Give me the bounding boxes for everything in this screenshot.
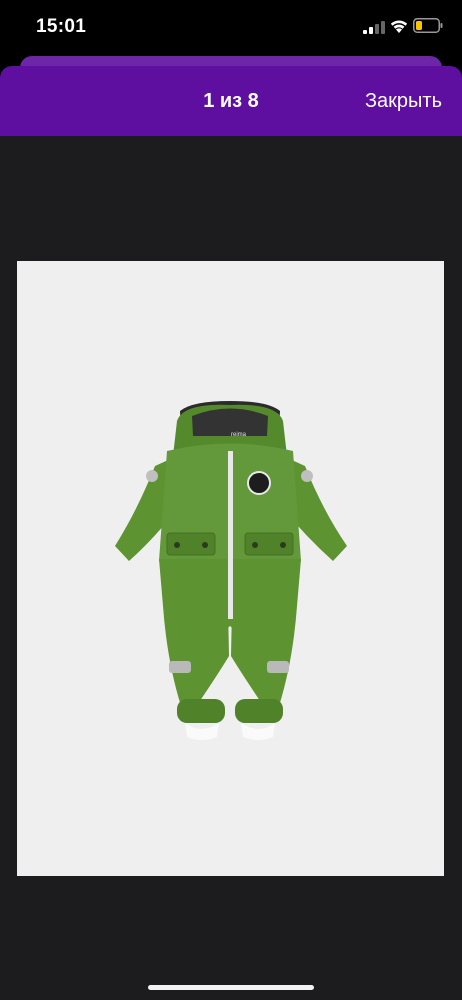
- status-time: 15:01: [36, 16, 87, 37]
- gallery-bottom-area: [0, 876, 462, 1000]
- product-photo[interactable]: reima: [17, 261, 444, 876]
- close-button[interactable]: Закрыть: [365, 90, 442, 113]
- signal-icon: [363, 21, 385, 34]
- brand-logo-text: reima: [231, 432, 247, 438]
- wifi-icon: [390, 20, 408, 33]
- modal-header: 1 из 8 Закрыть: [0, 66, 462, 136]
- battery-icon: [413, 18, 443, 33]
- status-bar: 15:01: [0, 0, 462, 54]
- snowsuit-illustration: [115, 401, 347, 740]
- home-indicator[interactable]: [148, 985, 314, 990]
